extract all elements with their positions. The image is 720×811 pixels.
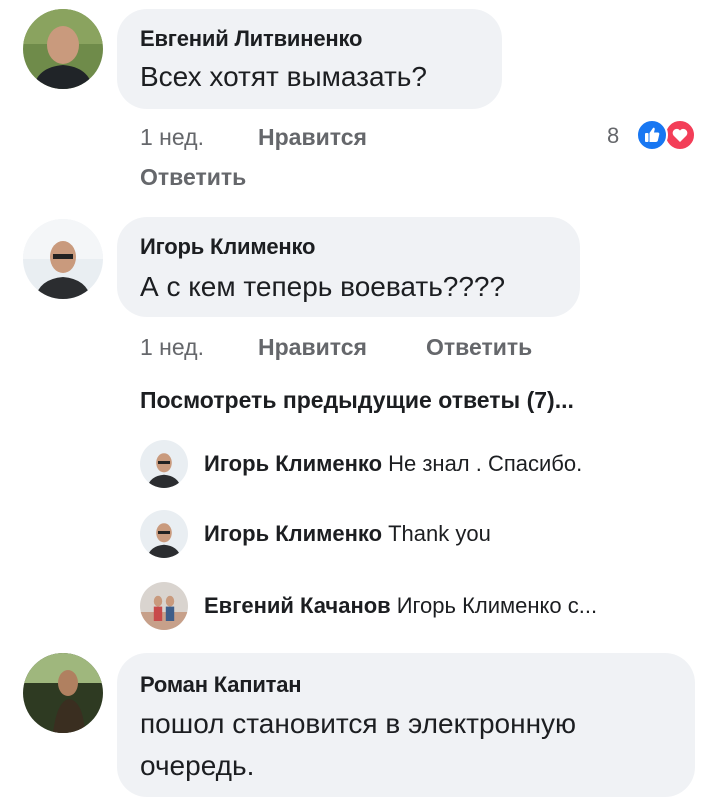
reply-button[interactable]: Ответить xyxy=(140,164,246,191)
avatar-photo xyxy=(140,440,188,488)
view-previous-replies-link[interactable]: Посмотреть предыдущие ответы (7)... xyxy=(140,387,574,414)
comment-author[interactable]: Игорь Клименко xyxy=(140,234,315,260)
avatar-evgeniy-litvinenko[interactable] xyxy=(23,9,103,89)
avatar-photo xyxy=(23,653,103,733)
reply-text: Игорь Клименко с... xyxy=(396,593,598,618)
reply-author[interactable]: Игорь Клименко xyxy=(204,521,382,546)
reply-item[interactable]: Игорь Клименко Thank you xyxy=(204,521,491,547)
reply-author[interactable]: Евгений Качанов xyxy=(204,593,391,618)
comment-text: пошол становится в электронную xyxy=(140,708,577,739)
avatar-igor-klimenko[interactable] xyxy=(140,440,188,488)
avatar-igor-klimenko[interactable] xyxy=(23,219,103,299)
reply-item[interactable]: Игорь Клименко Не знал . Спасибо. xyxy=(204,451,582,477)
reply-text: Thank you xyxy=(388,521,491,546)
avatar-igor-klimenko[interactable] xyxy=(140,510,188,558)
reply-button[interactable]: Ответить xyxy=(426,334,532,361)
comment-author[interactable]: Роман Капитан xyxy=(140,672,302,698)
comment-time[interactable]: 1 нед. xyxy=(140,334,204,361)
avatar-evgeniy-kachanov[interactable] xyxy=(140,582,188,630)
reply-text: Не знал . Спасибо. xyxy=(388,451,583,476)
love-icon xyxy=(664,119,696,151)
comment-time[interactable]: 1 нед. xyxy=(140,124,204,151)
comment-text: Всех хотят вымазать? xyxy=(140,61,427,92)
avatar-photo xyxy=(140,510,188,558)
avatar-roman-kapitan[interactable] xyxy=(23,653,103,733)
avatar-photo xyxy=(23,219,103,299)
comment-text: очередь. xyxy=(140,750,255,781)
comment-author[interactable]: Евгений Литвиненко xyxy=(140,26,362,52)
avatar-photo xyxy=(23,9,103,89)
like-icon xyxy=(636,119,668,151)
reaction-count[interactable]: 8 xyxy=(607,123,619,149)
like-button[interactable]: Нравится xyxy=(258,124,367,151)
reply-item[interactable]: Евгений Качанов Игорь Клименко с... xyxy=(204,593,597,619)
avatar-photo xyxy=(140,582,188,630)
like-button[interactable]: Нравится xyxy=(258,334,367,361)
comment-text: А с кем теперь воевать???? xyxy=(140,271,506,302)
reply-author[interactable]: Игорь Клименко xyxy=(204,451,382,476)
